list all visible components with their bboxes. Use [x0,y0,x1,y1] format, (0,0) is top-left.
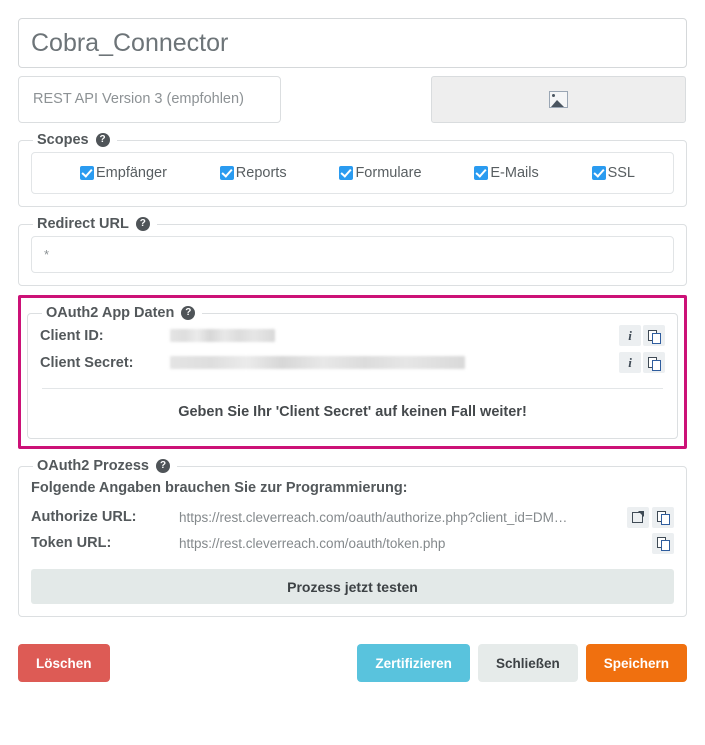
client-secret-label: Client Secret: [40,354,134,371]
token-url-actions [652,532,674,554]
redirect-url-input[interactable] [31,236,674,273]
test-process-button[interactable]: Prozess jetzt testen [31,569,674,604]
scopes-list: Empfänger Reports Formulare E-Mails SSL [31,152,674,194]
authorize-url-label: Authorize URL: [31,509,137,525]
copy-icon-button[interactable] [643,325,665,346]
redirect-url-fieldset: Redirect URL ? [18,216,687,286]
checkbox-checked-icon[interactable] [339,166,354,180]
client-secret-warning: Geben Sie Ihr 'Client Secret' auf keinen… [178,404,527,420]
authorize-url-value: https://rest.cleverreach.com/oauth/autho… [179,509,568,525]
checkbox-checked-icon[interactable] [474,166,489,180]
api-version-row: REST API Version 3 (empfohlen) [18,76,687,123]
scope-label: Empfänger [96,165,167,181]
copy-icon-button[interactable] [652,532,674,554]
scope-item-formulare[interactable]: Formulare [339,165,422,181]
copy-icon [648,329,661,344]
token-url-row: Token URL: https://rest.cleverreach.com/… [31,530,674,556]
copy-icon [657,511,670,525]
redirect-url-legend-label: Redirect URL [37,216,129,232]
certify-button[interactable]: Zertifizieren [357,644,470,682]
close-button[interactable]: Schließen [477,644,578,682]
save-button[interactable]: Speichern [585,644,687,682]
oauth-app-data-legend: OAuth2 App Daten ? [42,305,202,321]
external-link-icon [632,511,644,523]
scope-item-emails[interactable]: E-Mails [474,165,539,181]
scopes-legend: Scopes ? [33,132,117,148]
help-icon[interactable]: ? [95,133,110,147]
oauth-process-legend-label: OAuth2 Prozess [37,458,149,474]
oauth-process-legend: OAuth2 Prozess ? [33,458,177,474]
copy-icon [657,537,670,551]
scopes-fieldset: Scopes ? Empfänger Reports Formulare E-M… [18,132,687,207]
app-image-upload-box[interactable] [431,76,686,123]
copy-icon-button[interactable] [643,352,665,373]
oauth-process-fieldset: OAuth2 Prozess ? Folgende Angaben brauch… [18,458,687,617]
external-link-icon-button[interactable] [627,506,649,528]
scope-item-reports[interactable]: Reports [219,165,287,181]
help-icon[interactable]: ? [135,217,150,231]
oauth-app-data-highlight: OAuth2 App Daten ? Client ID: i Client S… [18,295,687,449]
client-secret-value-redacted [170,356,465,369]
client-id-label: Client ID: [40,327,104,344]
checkbox-checked-icon[interactable] [219,166,234,180]
token-url-label: Token URL: [31,535,112,551]
oauth-app-data-legend-label: OAuth2 App Daten [46,305,175,321]
help-icon[interactable]: ? [181,306,196,320]
token-url-value: https://rest.cleverreach.com/oauth/token… [179,535,446,551]
client-secret-row: Client Secret: i [40,350,665,375]
oauth-app-settings-page: REST API Version 3 (empfohlen) Scopes ? … [0,0,705,745]
delete-button[interactable]: Löschen [18,644,110,682]
checkbox-checked-icon[interactable] [80,166,94,180]
api-version-select[interactable]: REST API Version 3 (empfohlen) [18,76,281,123]
redirect-url-legend: Redirect URL ? [33,216,157,232]
footer-actions: Löschen Zertifizieren Schließen Speicher… [18,644,687,682]
client-id-value-redacted [170,329,275,342]
client-id-actions: i [619,325,665,346]
scopes-legend-label: Scopes [37,132,89,148]
help-icon[interactable]: ? [156,459,170,473]
oauth-app-data-fieldset: OAuth2 App Daten ? Client ID: i Client S… [27,305,678,439]
scope-label: E-Mails [490,165,539,181]
authorize-url-actions [627,506,674,528]
scope-item-ssl[interactable]: SSL [591,165,635,181]
client-secret-actions: i [619,352,665,373]
copy-icon-button[interactable] [652,506,674,528]
scope-label: SSL [607,165,635,181]
client-id-row: Client ID: i [40,323,665,348]
checkbox-checked-icon[interactable] [591,166,606,180]
info-icon-button[interactable]: i [619,325,641,346]
scope-item-empfaenger[interactable]: Empfänger [80,165,167,181]
process-intro-text: Folgende Angaben brauchen Sie zur Progra… [31,480,408,496]
info-icon-button[interactable]: i [619,352,641,373]
scope-label: Reports [235,165,287,181]
copy-icon [648,356,661,371]
scope-label: Formulare [355,165,422,181]
image-placeholder-icon [549,91,568,108]
authorize-url-row: Authorize URL: https://rest.cleverreach.… [31,504,674,530]
app-name-input[interactable] [18,18,687,68]
